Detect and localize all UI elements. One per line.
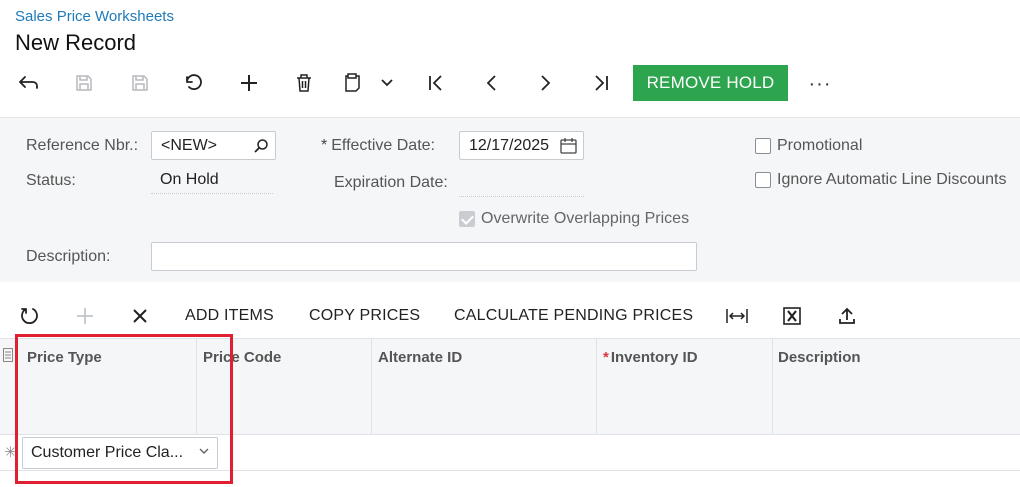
chevron-left-icon	[486, 75, 496, 91]
save-close-button[interactable]	[66, 64, 102, 102]
breadcrumb[interactable]: Sales Price Worksheets	[15, 8, 174, 25]
clipboard-dropdown-button[interactable]	[376, 64, 398, 102]
ellipsis-icon: ···	[808, 72, 832, 95]
chevron-right-icon	[541, 75, 551, 91]
close-icon	[133, 309, 147, 323]
upload-icon	[839, 307, 855, 324]
effective-date-input[interactable]: 12/17/2025	[459, 131, 584, 160]
add-row-button[interactable]	[73, 304, 97, 328]
save-button[interactable]	[122, 64, 158, 102]
promotional-label: Promotional	[777, 137, 863, 154]
plus-icon	[77, 308, 93, 324]
ignore-discounts-label: Ignore Automatic Line Discounts	[777, 171, 1007, 188]
add-items-button[interactable]: ADD ITEMS	[185, 307, 274, 325]
save-icon	[132, 75, 148, 91]
refresh-icon	[21, 308, 38, 325]
col-header-description[interactable]: Description	[771, 339, 1020, 435]
inventory-id-header-text: Inventory ID	[610, 349, 698, 366]
last-record-button[interactable]	[583, 64, 619, 102]
description-label: Description:	[26, 248, 111, 265]
fit-width-icon	[726, 309, 748, 323]
delete-button[interactable]	[286, 64, 322, 102]
calendar-icon[interactable]	[560, 138, 577, 154]
search-icon[interactable]	[253, 138, 269, 154]
first-record-button[interactable]	[418, 64, 454, 102]
first-record-icon	[429, 75, 442, 91]
col-header-alternate-id[interactable]: Alternate ID	[371, 339, 597, 435]
grid-toolbar: ADD ITEMS COPY PRICES CALCULATE PENDING …	[0, 296, 1020, 336]
status-underline	[151, 193, 273, 194]
export-excel-button[interactable]	[780, 304, 804, 328]
promotional-checkbox[interactable]: Promotional	[755, 137, 862, 155]
more-actions-button[interactable]: ···	[802, 66, 838, 102]
trash-icon	[297, 74, 311, 92]
expiration-date-input[interactable]	[459, 196, 584, 197]
excel-icon	[783, 307, 801, 325]
effective-date-label: * Effective Date:	[321, 137, 435, 155]
status-value: On Hold	[160, 171, 219, 188]
undo-button[interactable]	[176, 64, 212, 102]
delete-row-button[interactable]	[128, 304, 152, 328]
clipboard-icon	[345, 73, 360, 92]
highlight-annotation	[15, 334, 233, 484]
plus-icon	[241, 75, 257, 91]
overwrite-overlapping-label: Overwrite Overlapping Prices	[481, 210, 690, 227]
back-button[interactable]	[10, 64, 46, 102]
checkbox-unchecked-icon	[755, 138, 771, 154]
calculate-pending-prices-button[interactable]: CALCULATE PENDING PRICES	[454, 307, 693, 325]
required-marker: *	[321, 137, 328, 154]
reference-nbr-input[interactable]: <NEW>	[151, 131, 276, 160]
row-selector-icon[interactable]	[3, 348, 13, 362]
previous-record-button[interactable]	[473, 64, 509, 102]
last-record-icon	[595, 75, 608, 91]
effective-date-value: 12/17/2025	[469, 136, 550, 154]
required-marker: *	[603, 349, 609, 366]
checkbox-unchecked-icon	[755, 172, 771, 188]
reference-nbr-value: <NEW>	[161, 136, 218, 154]
upload-button[interactable]	[835, 304, 859, 328]
page-title: New Record	[15, 30, 137, 55]
overwrite-overlapping-checkbox[interactable]: Overwrite Overlapping Prices	[459, 210, 689, 228]
refresh-button[interactable]	[18, 304, 42, 328]
effective-date-label-text: Effective Date:	[331, 137, 435, 154]
next-record-button[interactable]	[528, 64, 564, 102]
status-label: Status:	[26, 172, 76, 189]
back-arrow-icon	[19, 76, 38, 89]
undo-icon	[186, 74, 202, 90]
fit-columns-button[interactable]	[725, 304, 749, 328]
ignore-discounts-checkbox[interactable]: Ignore Automatic Line Discounts	[755, 171, 1006, 189]
checkbox-checked-icon	[459, 211, 475, 227]
summary-form: Reference Nbr.: <NEW> Status: On Hold * E…	[0, 117, 1020, 282]
main-toolbar	[0, 64, 1020, 104]
col-header-inventory-id[interactable]: * Inventory ID	[596, 339, 773, 435]
chevron-down-icon	[381, 79, 393, 87]
add-button[interactable]	[231, 64, 267, 102]
remove-hold-button[interactable]: REMOVE HOLD	[633, 65, 788, 101]
reference-nbr-label: Reference Nbr.:	[26, 137, 139, 154]
copy-prices-button[interactable]: COPY PRICES	[309, 307, 420, 325]
expiration-date-label: Expiration Date:	[334, 174, 448, 191]
save-close-icon	[76, 75, 92, 91]
description-input[interactable]	[151, 242, 697, 271]
clipboard-button[interactable]	[340, 64, 364, 102]
